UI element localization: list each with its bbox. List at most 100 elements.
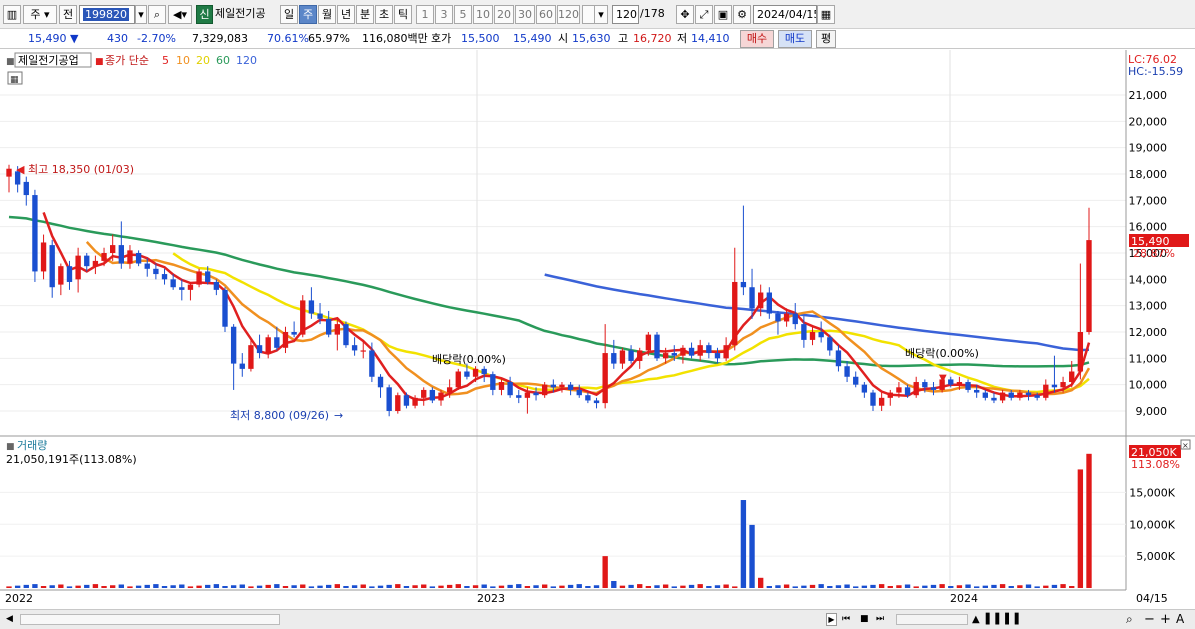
volume-bar — [645, 586, 652, 588]
crosshair-icon[interactable]: ✥ — [676, 5, 694, 24]
volume-bar — [766, 586, 772, 588]
price-tick-label: 12,000 — [1129, 326, 1168, 339]
period-select[interactable]: 주 ▾ — [23, 5, 57, 24]
trade-amount: 116,080백만 — [362, 32, 428, 45]
fast-forward-icon[interactable]: ⏭ — [876, 613, 890, 626]
tab-day[interactable]: 일 — [280, 5, 298, 24]
date-input[interactable]: 2024/04/15 — [753, 5, 817, 24]
chart-area[interactable]: ■ 제일전기공업 ■ 종가 단순 5 10 20 60 120 ▦ ◀ 최고 1… — [0, 50, 1195, 629]
interval-30[interactable]: 30 — [515, 5, 535, 24]
eval-button[interactable]: 평 — [816, 30, 836, 48]
candle-body — [870, 392, 876, 406]
volume-bar — [187, 586, 194, 588]
volume-bars — [6, 453, 1092, 588]
tab-minute[interactable]: 분 — [356, 5, 374, 24]
interval-60[interactable]: 60 — [536, 5, 556, 24]
gear-icon[interactable]: ⚙ — [733, 5, 751, 24]
volume-bar — [775, 585, 781, 588]
candle-body — [516, 395, 522, 398]
stock-code-input[interactable]: 199820 — [79, 5, 135, 24]
count-input[interactable]: 120 — [612, 5, 639, 24]
stock-code-value: 199820 — [83, 8, 129, 21]
volume-bar — [84, 584, 90, 588]
volume-bar — [343, 586, 349, 588]
volume-bar — [1051, 584, 1058, 588]
volume-bar — [481, 584, 487, 588]
volume-bar — [291, 585, 297, 588]
ratio-2: 65.97% — [308, 32, 350, 45]
volume-bar — [827, 586, 833, 588]
tab-year[interactable]: 년 — [337, 5, 355, 24]
calendar-icon[interactable]: ▦ — [817, 5, 835, 24]
volume-bar — [161, 586, 168, 588]
speaker-icon[interactable]: ◀▾ — [168, 5, 192, 24]
sell-button[interactable]: 매도 — [778, 30, 812, 48]
zoom-out-icon[interactable]: − — [1144, 612, 1156, 627]
interval-20[interactable]: 20 — [494, 5, 514, 24]
candle-body — [170, 279, 176, 288]
font-size-icon[interactable]: A — [1176, 612, 1190, 627]
candle-body — [300, 300, 306, 335]
candle-body — [110, 245, 116, 253]
zoom-in-icon[interactable]: + — [1160, 612, 1172, 627]
interval-1[interactable]: 1 — [416, 5, 434, 24]
chart-scrollbar[interactable]: ◀ ▶ ⏮ ■ ⏭ ▲▐▐▐▐ ⌕ − + A — [0, 609, 1195, 629]
volume-bar — [274, 584, 280, 588]
x-label-2022: 2022 — [5, 592, 33, 605]
volume-bar — [559, 585, 565, 588]
zoom-icon[interactable]: ⌕ — [1126, 612, 1140, 627]
interval-dropdown-icon[interactable]: ▾ — [594, 5, 608, 24]
prefix-button[interactable]: 전 — [59, 5, 77, 24]
misc-tool-icons[interactable]: ▲▐▐▐▐ — [972, 613, 1068, 626]
candle-body — [118, 245, 124, 264]
candle-body — [1043, 384, 1049, 398]
volume-bar — [1077, 469, 1084, 588]
code-dropdown-icon[interactable]: ▾ — [135, 5, 147, 24]
scroll-thumb[interactable] — [20, 614, 280, 625]
candle-body — [490, 374, 496, 390]
candle-body — [542, 384, 548, 396]
candle-body — [645, 334, 652, 351]
volume-bar — [706, 586, 712, 588]
ma120-line — [544, 273, 1090, 352]
interval-10[interactable]: 10 — [473, 5, 493, 24]
tab-month[interactable]: 월 — [318, 5, 336, 24]
rewind-icon[interactable]: ⏮ — [842, 613, 856, 626]
candle-body — [637, 350, 643, 361]
candle-body — [766, 292, 772, 314]
candle-body — [386, 387, 392, 411]
volume-bar — [809, 584, 816, 588]
candle-body — [187, 284, 194, 290]
scroll-right-icon[interactable]: ▶ — [826, 613, 837, 626]
candle-body — [740, 281, 747, 288]
buy-button[interactable]: 매수 — [740, 30, 774, 48]
volume-bar — [697, 584, 703, 588]
tab-tick[interactable]: 틱 — [394, 5, 412, 24]
search-icon[interactable]: ⌕ — [148, 5, 166, 24]
zoom-slider[interactable] — [896, 614, 968, 625]
tab-second[interactable]: 초 — [375, 5, 393, 24]
candle-body — [256, 345, 263, 354]
low-label: 저 — [677, 32, 688, 45]
candle-body — [619, 350, 626, 364]
candle-body — [481, 368, 487, 375]
volume-bar — [878, 584, 885, 588]
legend-ma60: 60 — [216, 54, 230, 67]
price-chart[interactable]: ■ 제일전기공업 ■ 종가 단순 5 10 20 60 120 ▦ ◀ 최고 1… — [0, 50, 1195, 629]
interval-5[interactable]: 5 — [454, 5, 472, 24]
volume-bar — [680, 585, 686, 588]
tab-week[interactable]: 주 — [299, 5, 317, 24]
candle-body — [92, 260, 99, 267]
candle-body — [714, 353, 721, 359]
x-label-2023: 2023 — [477, 592, 505, 605]
interval-3[interactable]: 3 — [435, 5, 453, 24]
draw-line-icon[interactable]: ⤢ — [695, 5, 713, 24]
candle-body — [801, 324, 807, 340]
interval-120[interactable]: 120 — [557, 5, 580, 24]
save-icon[interactable]: ▣ — [714, 5, 732, 24]
layout-icon[interactable]: ▥ — [3, 5, 21, 24]
scroll-left-icon[interactable]: ◀ — [6, 613, 14, 626]
volume-label: 거래량 — [17, 439, 47, 452]
volume-bar — [732, 586, 738, 588]
stop-icon[interactable]: ■ — [860, 613, 872, 626]
